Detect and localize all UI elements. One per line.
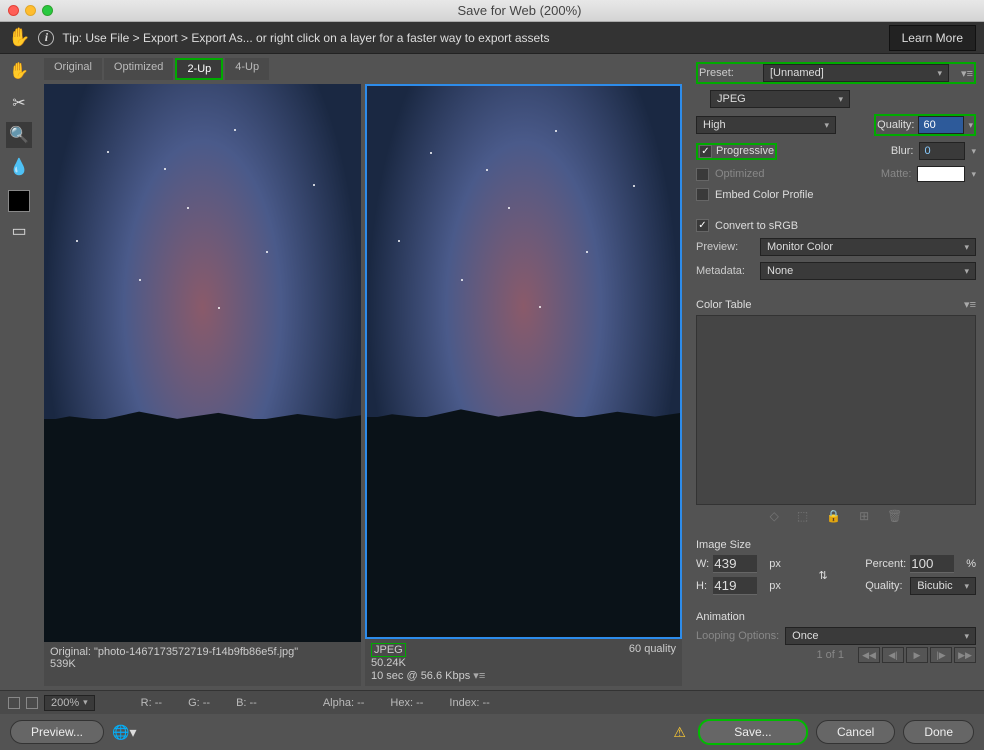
ct-icon-1[interactable]: ◇: [770, 509, 779, 523]
status-bar: 200%▾ R: -- G: -- B: -- Alpha: -- Hex: -…: [0, 690, 984, 714]
toggle-slices-button[interactable]: ▭: [6, 218, 32, 244]
blur-input[interactable]: 0: [919, 142, 965, 160]
convert-srgb-checkbox[interactable]: ✓: [696, 219, 709, 232]
preset-label: Preset:: [699, 67, 757, 79]
titlebar: Save for Web (200%): [0, 0, 984, 22]
new-color-icon[interactable]: ⊞: [859, 509, 869, 523]
trash-icon[interactable]: 🗑: [887, 509, 902, 523]
percent-input[interactable]: [910, 555, 954, 573]
close-window-button[interactable]: [8, 5, 19, 16]
colortable-menu-icon[interactable]: ▾≡: [964, 298, 976, 311]
tip-bar: ✋ i Tip: Use File > Export > Export As..…: [0, 22, 984, 54]
next-frame-button: |▶: [930, 647, 952, 663]
done-button[interactable]: Done: [903, 720, 974, 744]
quality-label: Quality:: [877, 119, 914, 131]
minimize-window-button[interactable]: [25, 5, 36, 16]
zoom-tool[interactable]: 🔍: [6, 122, 32, 148]
metadata-select[interactable]: None▾: [760, 262, 976, 280]
first-frame-button: ◀◀: [858, 647, 880, 663]
resample-select[interactable]: Bicubic▾: [910, 577, 976, 595]
warning-icon: ⚠: [673, 724, 686, 741]
tab-optimized[interactable]: Optimized: [104, 58, 174, 80]
eyedropper-tool[interactable]: 💧: [6, 154, 32, 180]
browser-icon[interactable]: 🌐▾: [112, 724, 136, 741]
height-input[interactable]: [713, 577, 757, 595]
preview-optimized[interactable]: JPEG 60 quality 50.24K 10 sec @ 56.6 Kbp…: [365, 84, 682, 686]
zoom-window-button[interactable]: [42, 5, 53, 16]
tip-text: Tip: Use File > Export > Export As... or…: [62, 31, 549, 45]
embed-profile-checkbox[interactable]: [696, 188, 709, 201]
width-input[interactable]: [713, 555, 757, 573]
cancel-button[interactable]: Cancel: [816, 720, 895, 744]
color-table: [696, 315, 976, 505]
lock-icon[interactable]: 🔒: [826, 509, 841, 523]
info-icon: i: [38, 30, 54, 46]
sb-icon-2[interactable]: [26, 697, 38, 709]
preview-original[interactable]: Original: "photo-1467173572719-f14b9fb86…: [44, 84, 361, 686]
slice-tool[interactable]: ✂: [6, 90, 32, 116]
footer: Preview... 🌐▾ ⚠ Save... Cancel Done: [0, 714, 984, 750]
settings-panel: Preset: [Unnamed]▾ ▾≡ JPEG▾ High▾ Qualit…: [688, 54, 984, 690]
tab-2up[interactable]: 2-Up: [175, 58, 223, 80]
quality-preset-select[interactable]: High▾: [696, 116, 836, 134]
ct-icon-2[interactable]: ⬚: [797, 509, 808, 523]
original-info: Original: "photo-1467173572719-f14b9fb86…: [44, 642, 361, 686]
hand-tool[interactable]: ✋: [6, 58, 32, 84]
link-icon[interactable]: ⇅: [785, 569, 861, 582]
preset-menu-icon[interactable]: ▾≡: [961, 67, 973, 80]
format-select[interactable]: JPEG▾: [710, 90, 850, 108]
hand-icon: ✋: [8, 27, 30, 48]
sb-icon-1[interactable]: [8, 697, 20, 709]
looping-select: Once▾: [785, 627, 976, 645]
color-swatch[interactable]: [8, 190, 30, 212]
progressive-checkbox[interactable]: ✓: [699, 145, 712, 158]
preset-select[interactable]: [Unnamed]▾: [763, 64, 949, 82]
optimized-checkbox: [696, 168, 709, 181]
tab-original[interactable]: Original: [44, 58, 102, 80]
window-title: Save for Web (200%): [63, 3, 976, 18]
matte-swatch[interactable]: [917, 166, 965, 182]
save-button[interactable]: Save...: [698, 719, 808, 745]
preview-select[interactable]: Monitor Color▾: [760, 238, 976, 256]
play-button: ▶: [906, 647, 928, 663]
quality-input[interactable]: 60: [918, 116, 964, 134]
learn-more-button[interactable]: Learn More: [889, 25, 976, 51]
prev-frame-button: ◀|: [882, 647, 904, 663]
zoom-select[interactable]: 200%▾: [44, 695, 95, 711]
last-frame-button: ▶▶: [954, 647, 976, 663]
tool-strip: ✋ ✂ 🔍 💧 ▭: [0, 54, 38, 690]
rate-menu-icon[interactable]: ▾≡: [473, 670, 485, 682]
view-tabs: Original Optimized 2-Up 4-Up: [44, 58, 682, 80]
tab-4up[interactable]: 4-Up: [225, 58, 269, 80]
optimized-info: JPEG 60 quality 50.24K 10 sec @ 56.6 Kbp…: [365, 639, 682, 686]
preview-button[interactable]: Preview...: [10, 720, 104, 744]
